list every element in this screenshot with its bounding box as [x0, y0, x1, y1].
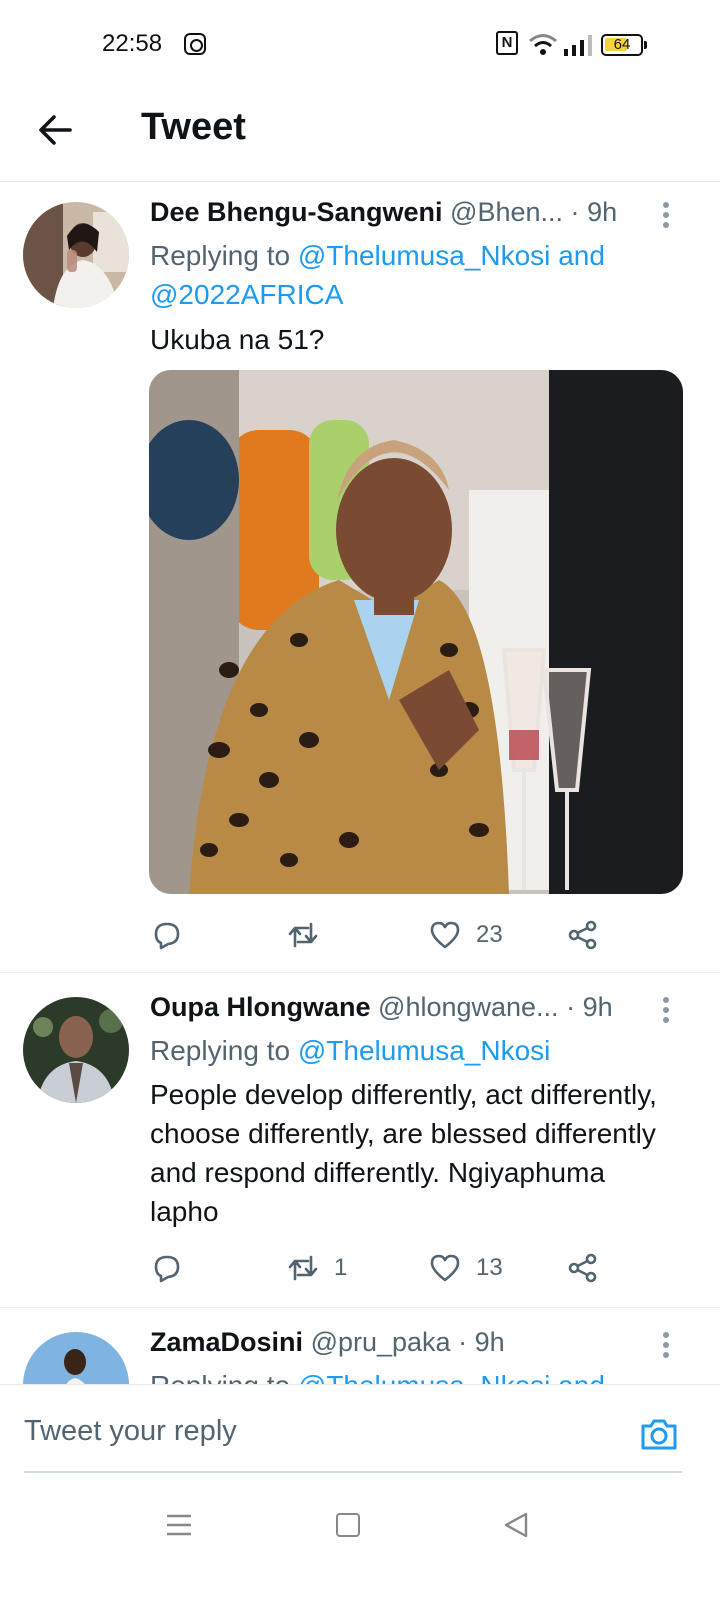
- tweet-time: 9h: [587, 197, 618, 227]
- separator: ·: [570, 197, 580, 227]
- arrow-left-icon[interactable]: [36, 110, 76, 150]
- system-nav-bar: [0, 1488, 720, 1600]
- tweet-text: Ukuba na 51?: [150, 324, 325, 355]
- tweet-header: ZamaDosini @pru_paka · 9h: [150, 1327, 660, 1363]
- heart-icon: [430, 921, 460, 949]
- retweet-icon: [288, 922, 318, 948]
- retweet-button[interactable]: [286, 915, 334, 955]
- reply-composer: Tweet your reply: [0, 1384, 720, 1488]
- share-button[interactable]: [566, 915, 600, 955]
- more-icon[interactable]: [658, 202, 674, 232]
- author-handle[interactable]: @pru_paka: [311, 1327, 451, 1357]
- status-bar: 22:58 N 64: [0, 0, 720, 90]
- camera-icon[interactable]: [638, 1413, 680, 1455]
- share-icon: [568, 920, 597, 950]
- header: Tweet: [0, 90, 720, 182]
- author-name[interactable]: ZamaDosini: [150, 1327, 303, 1357]
- input-underline: [24, 1471, 682, 1473]
- author-name[interactable]: Oupa Hlongwane: [150, 992, 371, 1022]
- mention-link[interactable]: @2022AFRICA: [150, 279, 343, 310]
- replying-to: Replying to @Thelumusa_Nkosi and: [150, 1366, 670, 1384]
- avatar[interactable]: [23, 202, 129, 308]
- reply-input[interactable]: Tweet your reply: [24, 1415, 237, 1448]
- nfc-icon: N: [496, 31, 518, 55]
- avatar[interactable]: [23, 1332, 129, 1384]
- mention-link[interactable]: @Thelumusa_Nkosi: [298, 240, 551, 271]
- replying-joiner[interactable]: and: [558, 240, 605, 271]
- avatar[interactable]: [23, 997, 129, 1103]
- tweet-time: 9h: [474, 1327, 505, 1357]
- instagram-icon: [184, 33, 206, 55]
- like-button[interactable]: 13: [428, 1248, 503, 1288]
- tweet-time: 9h: [582, 992, 613, 1022]
- reply-icon: [154, 922, 180, 950]
- mention-link[interactable]: @Thelumusa_Nkosi and: [298, 1370, 605, 1384]
- mention-link[interactable]: @Thelumusa_Nkosi: [298, 1035, 551, 1066]
- separator: ·: [566, 992, 576, 1022]
- wifi-icon: [529, 34, 557, 55]
- back-triangle-icon[interactable]: [503, 1511, 529, 1539]
- like-button[interactable]: 23: [428, 915, 503, 955]
- tweet-text: People develop differently, act differen…: [150, 1079, 657, 1227]
- tweet-header: Oupa Hlongwane @hlongwane... · 9h: [150, 992, 660, 1028]
- status-time: 22:58: [102, 30, 163, 57]
- tweet-photo[interactable]: [149, 370, 683, 894]
- replying-prefix: Replying to: [150, 240, 291, 271]
- share-icon: [568, 1253, 597, 1283]
- heart-icon: [430, 1254, 460, 1282]
- signal-icon: [564, 35, 592, 56]
- replying-prefix: Replying to: [150, 1370, 290, 1384]
- reply-icon: [154, 1255, 180, 1283]
- battery-level: 64: [613, 36, 631, 53]
- replying-to: Replying to @Thelumusa_Nkosi: [150, 1031, 670, 1070]
- retweet-button[interactable]: 1: [286, 1248, 347, 1288]
- menu-icon[interactable]: [166, 1512, 192, 1538]
- tweet-header: Dee Bhengu-Sangweni @Bhen... · 9h: [150, 197, 660, 233]
- author-handle[interactable]: @hlongwane...: [378, 992, 559, 1022]
- tweet[interactable]: ZamaDosini @pru_paka · 9h Replying to @T…: [0, 1309, 720, 1384]
- tweet[interactable]: Dee Bhengu-Sangweni @Bhen... · 9h Replyi…: [0, 183, 720, 973]
- like-count: 23: [476, 921, 503, 948]
- tweet-actions: 1 13: [150, 1248, 610, 1288]
- separator: ·: [458, 1327, 468, 1357]
- replying-to: Replying to @Thelumusa_Nkosi and @2022AF…: [150, 236, 670, 314]
- replying-prefix: Replying to: [150, 1035, 291, 1066]
- more-icon[interactable]: [658, 1332, 674, 1362]
- like-count: 13: [476, 1254, 503, 1281]
- share-button[interactable]: [566, 1248, 600, 1288]
- author-name[interactable]: Dee Bhengu-Sangweni: [150, 197, 443, 227]
- home-icon[interactable]: [336, 1513, 360, 1537]
- battery-icon: 64: [601, 34, 643, 56]
- reply-button[interactable]: [150, 915, 198, 955]
- tweet-actions: 23: [150, 915, 610, 955]
- battery-tip: [644, 41, 647, 49]
- tweet[interactable]: Oupa Hlongwane @hlongwane... · 9h Replyi…: [0, 974, 720, 1308]
- author-handle[interactable]: @Bhen...: [450, 197, 563, 227]
- page-title: Tweet: [141, 106, 246, 148]
- retweet-icon: [288, 1255, 318, 1281]
- reply-button[interactable]: [150, 1248, 198, 1288]
- more-icon[interactable]: [658, 997, 674, 1027]
- retweet-count: 1: [334, 1254, 348, 1281]
